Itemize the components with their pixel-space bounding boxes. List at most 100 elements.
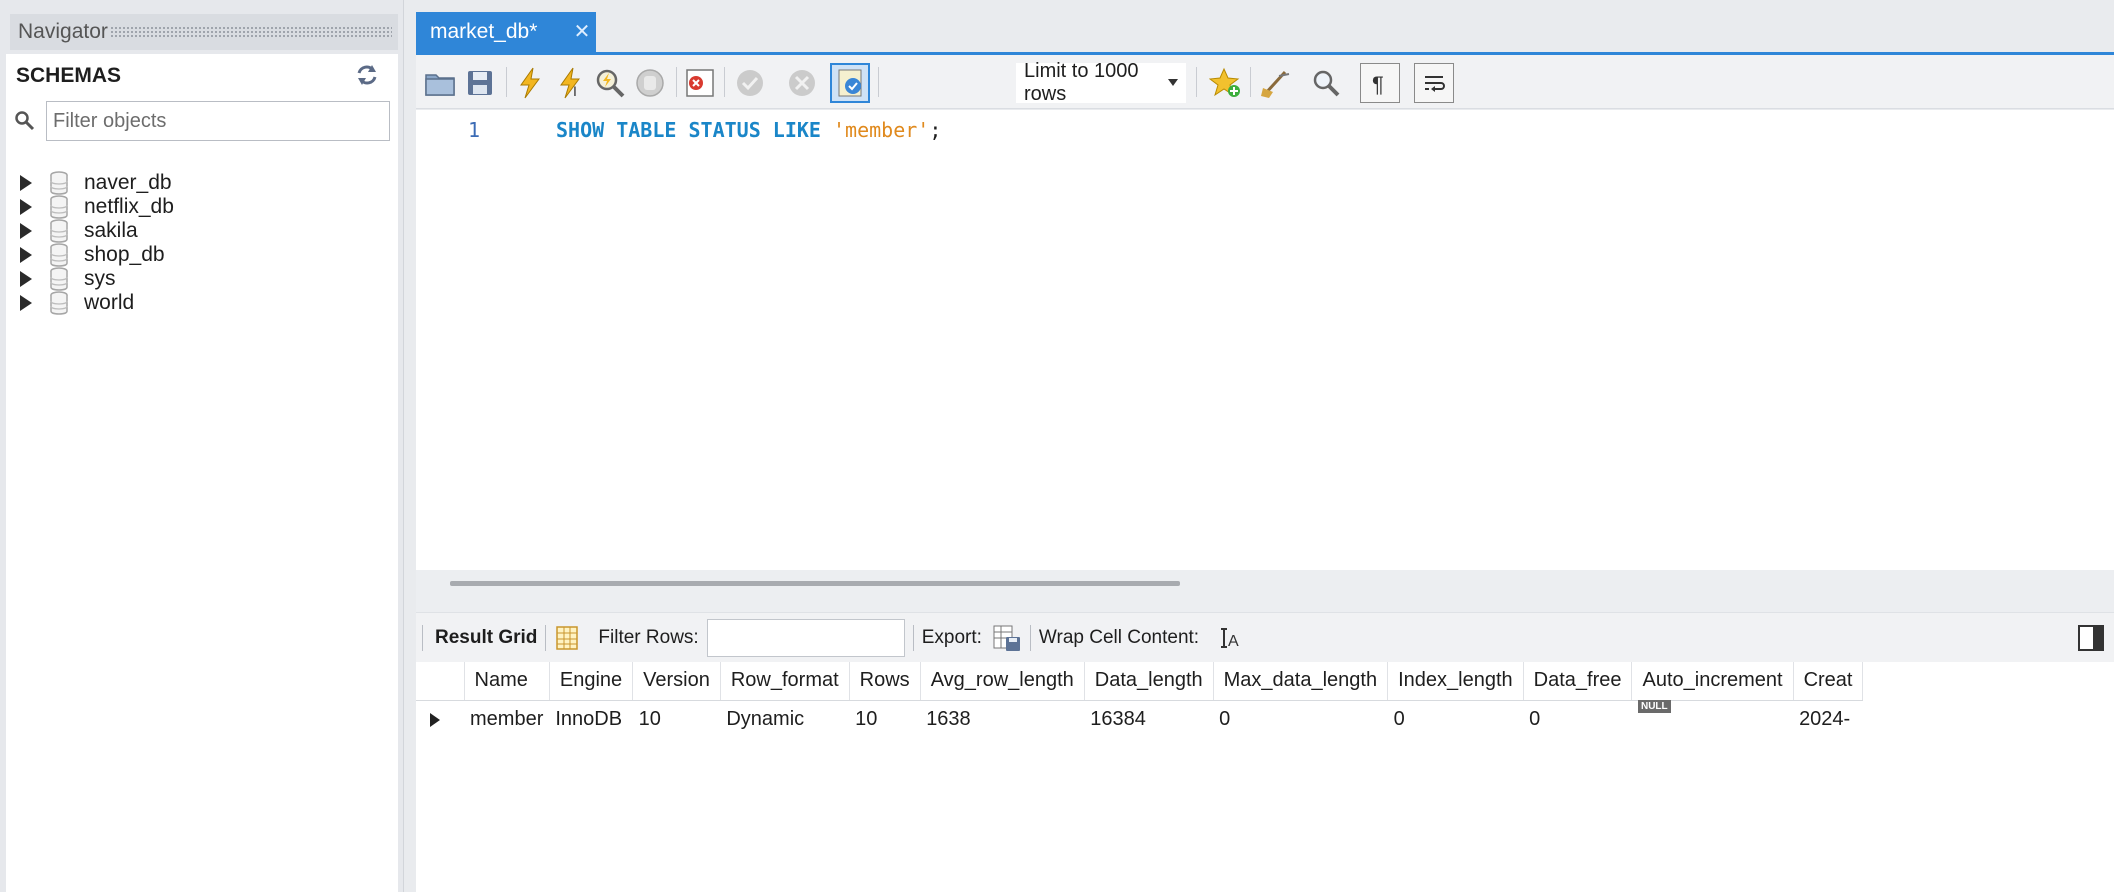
limit-rows-select[interactable]: Limit to 1000 rows bbox=[1016, 60, 1186, 105]
sql-punctuation bbox=[821, 118, 833, 142]
cell-value: 10 bbox=[855, 707, 878, 730]
table-cell[interactable]: 1638 bbox=[920, 700, 1084, 738]
table-cell[interactable]: NULL bbox=[1632, 699, 1793, 738]
beautify-icon[interactable] bbox=[1256, 63, 1296, 103]
column-header[interactable]: Engine bbox=[549, 662, 634, 701]
open-file-icon[interactable] bbox=[420, 63, 460, 103]
execute-icon[interactable] bbox=[510, 63, 550, 103]
explain-icon[interactable] bbox=[590, 63, 630, 103]
column-header[interactable]: Name bbox=[464, 662, 550, 701]
line-number: 1 bbox=[468, 118, 481, 142]
navigator-body: SCHEMAS naver_dbnetflix_dbsakilashop_dbs… bbox=[6, 54, 398, 892]
sql-code-line[interactable]: SHOW TABLE STATUS LIKE 'member'; bbox=[556, 118, 941, 142]
table-cell[interactable]: 2024- bbox=[1793, 700, 1863, 738]
table-cell[interactable]: 0 bbox=[1388, 700, 1524, 738]
table-cell[interactable]: 0 bbox=[1213, 700, 1387, 738]
chevron-down-icon bbox=[1168, 79, 1178, 86]
table-cell[interactable]: Dynamic bbox=[720, 700, 849, 738]
null-badge: NULL bbox=[1637, 699, 1671, 713]
export-label: Export: bbox=[921, 626, 982, 648]
database-icon bbox=[44, 288, 74, 318]
expand-arrow-icon[interactable] bbox=[14, 288, 38, 318]
sql-keyword: SHOW bbox=[556, 118, 605, 142]
tab-label: market_db* bbox=[430, 20, 538, 43]
wrap-cell-icon[interactable]: A bbox=[1217, 625, 1243, 651]
svg-text:A: A bbox=[1228, 633, 1239, 650]
save-icon[interactable] bbox=[460, 63, 500, 103]
result-grid[interactable]: Name Engine Version Row_format Rows Avg_row_l… bbox=[416, 662, 2114, 892]
toolbar-separator bbox=[1029, 624, 1031, 651]
cell-value: 0 bbox=[1393, 707, 1405, 730]
column-header[interactable]: Avg_row_length bbox=[920, 662, 1085, 701]
cell-value: member bbox=[470, 707, 544, 730]
commit-icon[interactable] bbox=[730, 63, 770, 103]
tab-market-db[interactable]: market_db* ✕ bbox=[416, 12, 596, 52]
wrap-lines-icon[interactable] bbox=[1414, 63, 1454, 103]
column-header[interactable]: Data_length bbox=[1084, 662, 1214, 701]
column-header[interactable]: Max_data_length bbox=[1213, 662, 1389, 701]
column-header[interactable]: Rows bbox=[849, 662, 921, 701]
wrap-cell-label: Wrap Cell Content: bbox=[1038, 626, 1200, 648]
column-header[interactable]: Data_free bbox=[1523, 662, 1633, 701]
toolbar-separator bbox=[912, 624, 914, 651]
refresh-icon[interactable] bbox=[354, 62, 380, 88]
navigator-title: Navigator bbox=[18, 20, 108, 43]
cell-value: 1638 bbox=[926, 707, 971, 730]
sql-keyword: TABLE bbox=[616, 118, 677, 142]
svg-text:I: I bbox=[573, 83, 577, 99]
table-cell[interactable]: 10 bbox=[849, 700, 920, 738]
row-marker-header bbox=[416, 662, 465, 701]
sql-editor[interactable]: 1 SHOW TABLE STATUS LIKE 'member'; bbox=[416, 110, 2114, 570]
row-marker-icon[interactable] bbox=[416, 700, 464, 738]
grid-view-icon[interactable] bbox=[554, 625, 580, 651]
result-grid-tab[interactable]: Result Grid bbox=[435, 627, 537, 649]
stop-icon[interactable] bbox=[630, 63, 670, 103]
toolbar-separator bbox=[724, 67, 725, 97]
toolbar-separator bbox=[1196, 67, 1197, 97]
toolbar-separator bbox=[1250, 67, 1251, 97]
bookmark-icon[interactable] bbox=[1206, 63, 1246, 103]
table-cell[interactable]: 16384 bbox=[1084, 700, 1213, 738]
sql-keyword: STATUS bbox=[688, 118, 761, 142]
sql-keyword: LIKE bbox=[772, 118, 821, 142]
toolbar-separator bbox=[545, 624, 547, 651]
table-cell[interactable]: InnoDB bbox=[549, 700, 632, 738]
rollback-icon[interactable] bbox=[782, 63, 822, 103]
cell-value: 16384 bbox=[1090, 707, 1146, 730]
table-cell[interactable]: 0 bbox=[1523, 700, 1632, 738]
execute-statement-icon[interactable]: I bbox=[550, 63, 590, 103]
column-header[interactable]: Auto_increment bbox=[1631, 662, 1794, 701]
column-header[interactable]: Index_length bbox=[1387, 662, 1524, 701]
result-toolbar: Result Grid Filter Rows: Export: Wrap Ce… bbox=[416, 612, 2114, 662]
column-header[interactable]: Version bbox=[632, 662, 721, 701]
horizontal-scrollbar[interactable] bbox=[450, 581, 1180, 586]
navigator-header: Navigator bbox=[10, 14, 398, 50]
result-table: Name Engine Version Row_format Rows Avg_row_l… bbox=[416, 662, 1864, 738]
export-icon[interactable] bbox=[992, 623, 1022, 653]
table-cell[interactable]: 10 bbox=[633, 700, 721, 738]
schema-item[interactable]: world bbox=[14, 288, 134, 318]
filter-objects-input[interactable] bbox=[46, 101, 390, 141]
find-icon[interactable] bbox=[1306, 63, 1346, 103]
sql-string: 'member' bbox=[833, 118, 930, 142]
cell-value: InnoDB bbox=[555, 707, 623, 730]
autocommit-icon[interactable] bbox=[830, 63, 870, 103]
toolbar-separator bbox=[878, 67, 879, 97]
toolbar-separator bbox=[676, 67, 677, 97]
column-header[interactable]: Row_format bbox=[720, 662, 850, 701]
navigator-panel: Navigator SCHEMAS naver_dbnetflix_dbsaki… bbox=[0, 0, 404, 892]
editor-result-splitter[interactable] bbox=[416, 570, 2114, 612]
column-header[interactable]: Creat bbox=[1793, 662, 1864, 701]
filter-rows-input[interactable] bbox=[706, 618, 905, 657]
navigator-grip[interactable] bbox=[109, 26, 392, 38]
close-icon[interactable]: ✕ bbox=[568, 12, 596, 52]
table-cell[interactable]: member bbox=[464, 700, 549, 738]
panel-toggle-icon[interactable] bbox=[2078, 625, 2104, 651]
cell-value: 10 bbox=[638, 707, 661, 730]
search-icon bbox=[14, 110, 36, 132]
sql-punctuation: ; bbox=[929, 118, 942, 142]
table-row[interactable]: member InnoDB 10 Dynamic 10 1638 16384 0 0 0 NULL 2… bbox=[416, 699, 1863, 738]
sql-punctuation bbox=[676, 118, 688, 142]
invisible-chars-icon[interactable]: ¶ bbox=[1360, 63, 1400, 103]
toggle-error-icon[interactable] bbox=[680, 63, 720, 103]
